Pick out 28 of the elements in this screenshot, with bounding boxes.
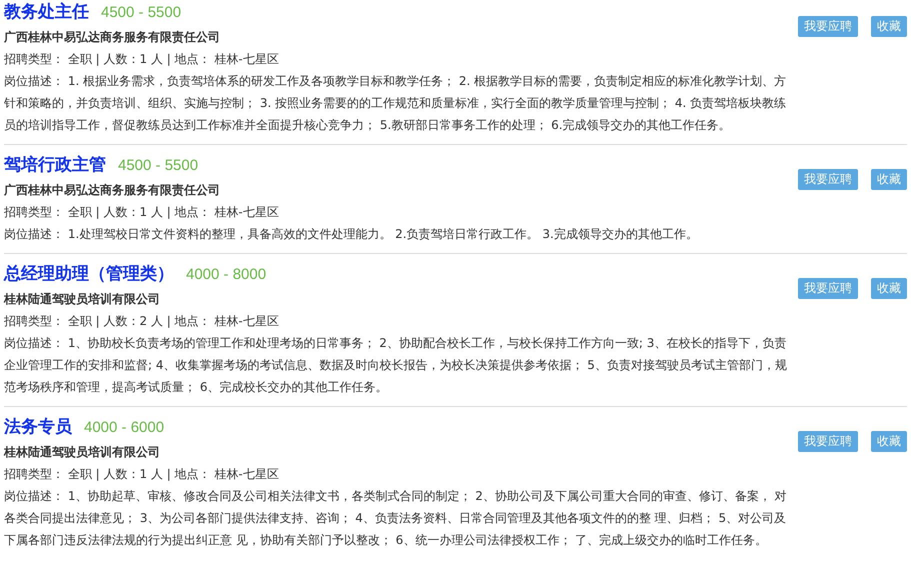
company-name: 广西桂林中易弘达商务服务有限责任公司 (4, 29, 221, 46)
salary-range: 4000 - 6000 (84, 419, 164, 436)
job-meta: 招聘类型： 全职 | 人数：2 人 | 地点： 桂林-七星区 (4, 313, 280, 330)
save-button[interactable]: 收藏 (871, 16, 907, 37)
job-meta: 招聘类型： 全职 | 人数：1 人 | 地点： 桂林-七星区 (4, 204, 280, 221)
apply-button[interactable]: 我要应聘 (798, 278, 858, 299)
job-title[interactable]: 教务处主任 (4, 0, 89, 23)
apply-button[interactable]: 我要应聘 (798, 431, 858, 452)
job-description: 岗位描述： 1、协助起草、审核、修改合同及公司相关法律文书，各类制式合同的制定； 2、协助公司及下属公司重大合同的审查、修订、备案， 对各类合同提出法律意见； 3、为公司各部门提供法律支持、咨询； 4、负责法务资料、日常合同管理及其他各项文件的的整 理、归档； 5、对公司及下属各部门违反法律法规的行为提出纠正意 见，协助有关部门予以整改； 6、统一办理公司法律授权工作； 了、完成上级交办的临时工作任务。 (4, 488, 788, 549)
job-description: 岗位描述： 1、协助校长负责考场的管理工作和处理考场的日常事务； 2、协助配合校长工作，与校长保持工作方向一致; 3、在校长的指导下，负责企业管理工作的安排和监督; 4、收集掌握考场的考试信息、数据及时向校长报告，为校长决策提供参考依据； 5、负责对接驾驶员考试主管部门，规范考场秩序和管理，提高考试质量； 6、完成校长交办的其他工作任务。 (4, 335, 788, 396)
salary-range: 4500 - 5500 (118, 157, 198, 174)
company-name: 广西桂林中易弘达商务服务有限责任公司 (4, 182, 221, 199)
job-title[interactable]: 法务专员 (4, 415, 72, 438)
save-button[interactable]: 收藏 (871, 431, 907, 452)
save-button[interactable]: 收藏 (871, 169, 907, 190)
salary-range: 4000 - 8000 (186, 266, 266, 283)
job-description: 岗位描述： 1. 根据业务需求，负责驾培体系的研发工作及各项教学目标和教学任务； 2. 根据教学目标的需要，负责制定相应的标准化教学计划、方针和策略的，并负责培训、组织、实施与控制； 3. 按照业务需要的的工作规范和质量标准，实行全面的教学质量管理与控制； 4. 负责驾培板块教练员的培训指导工作，督促教练员达到工作标准并全面提升核心竞争力； 5.教研部日常事务工作的处理； 6.完成领导交办的其他工作任务。 (4, 73, 788, 134)
company-name: 桂林陆通驾驶员培训有限公司 (4, 444, 161, 461)
apply-button[interactable]: 我要应聘 (798, 169, 858, 190)
apply-button[interactable]: 我要应聘 (798, 16, 858, 37)
job-meta: 招聘类型： 全职 | 人数：1 人 | 地点： 桂林-七星区 (4, 466, 280, 483)
save-button[interactable]: 收藏 (871, 278, 907, 299)
company-name: 桂林陆通驾驶员培训有限公司 (4, 291, 161, 308)
job-title[interactable]: 驾培行政主管 (4, 153, 106, 176)
job-description: 岗位描述： 1.处理驾校日常文件资料的整理，具备高效的文件处理能力。 2.负责驾培日常行政工作。 3.完成领导交办的其他工作。 (4, 226, 699, 243)
job-title[interactable]: 总经理助理（管理类） (4, 262, 174, 285)
job-meta: 招聘类型： 全职 | 人数：1 人 | 地点： 桂林-七星区 (4, 51, 280, 68)
salary-range: 4500 - 5500 (101, 4, 182, 21)
